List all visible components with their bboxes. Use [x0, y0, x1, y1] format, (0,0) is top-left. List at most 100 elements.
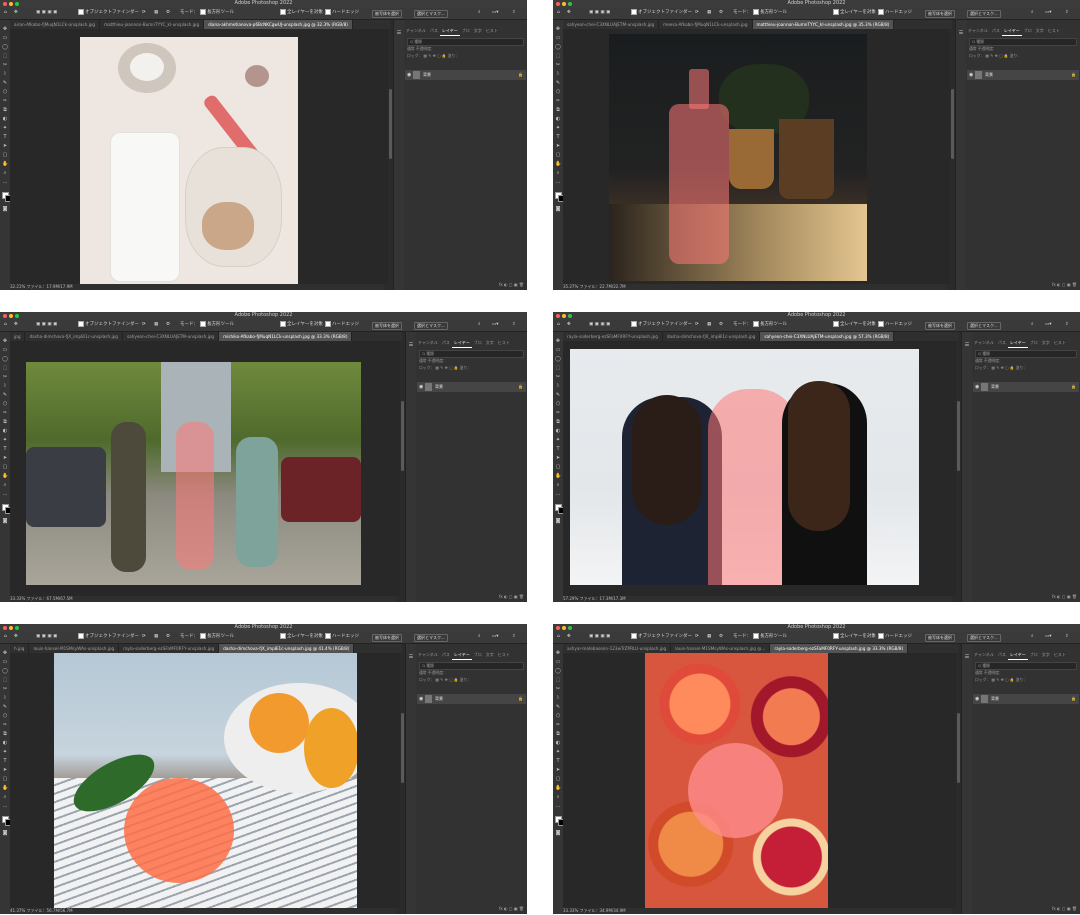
document-image[interactable] — [26, 362, 361, 585]
search-icon[interactable]: ⌕ — [478, 7, 481, 19]
mode-dropdown[interactable]: 長方形ツール — [200, 319, 234, 331]
share-icon[interactable]: ⇪ — [512, 319, 516, 331]
select-subject-button[interactable]: 被写体を選択 — [925, 322, 955, 330]
tool-icon[interactable]: ✎ — [555, 704, 561, 710]
all-layers-option[interactable]: 全レイヤーを対象 — [833, 631, 876, 643]
mode-dropdown[interactable]: 長方形ツール — [753, 7, 787, 19]
hard-edge-checkbox[interactable] — [325, 8, 331, 15]
tab-document[interactable]: ashyar-molebasenn-123wTrZPRLU-unsplash.j… — [563, 644, 672, 653]
mode-dropdown[interactable]: 長方形ツール — [753, 319, 787, 331]
zoom-button[interactable] — [568, 1, 572, 6]
tab-document[interactable]: matthieu-joannon-BumnTYYC_kl-unsplash.jp… — [100, 20, 205, 29]
tool-icon[interactable]: … — [555, 179, 561, 185]
tool-icon[interactable]: ⧉ — [555, 731, 561, 737]
tool-icon[interactable]: ➤ — [555, 767, 561, 773]
tool-icon[interactable]: ✥ — [555, 650, 561, 656]
document-image[interactable] — [645, 653, 828, 908]
select-subject-button[interactable]: 被写体を選択 — [925, 634, 955, 642]
tool-icon[interactable]: ⬚ — [2, 53, 8, 59]
minimize-button[interactable] — [562, 313, 566, 318]
grid-icon[interactable]: ▦ — [707, 319, 711, 331]
workspace-icon[interactable]: ▭▾ — [1045, 7, 1052, 19]
panel-tab[interactable]: ブロ — [472, 651, 484, 659]
layer-filter-search[interactable]: Q 種類 — [975, 662, 1077, 670]
tool-icon[interactable]: ▭ — [2, 347, 8, 353]
tool-icon[interactable]: T — [555, 758, 561, 764]
layer-filter-search[interactable]: Q 種類 — [419, 662, 524, 670]
eye-icon[interactable]: ◉ — [419, 382, 423, 392]
minimize-button[interactable] — [9, 1, 13, 6]
layer-row[interactable]: ◉ 背景 🔒 — [973, 694, 1079, 704]
lock-row[interactable]: ロック： ▦ ✎ ✥ ▢ 🔒 塗り： — [419, 365, 524, 371]
lock-row[interactable]: ロック： ▦ ✎ ✥ ▢ 🔒 塗り： — [407, 53, 524, 59]
refresh-icon[interactable]: ⟳ — [695, 319, 699, 331]
tool-icon[interactable]: ⬚ — [555, 53, 561, 59]
layer-row[interactable]: ◉ 背景 🔒 — [967, 70, 1079, 80]
grid-icon[interactable]: ▦ — [707, 7, 711, 19]
tab-document[interactable]: sahyeon-chei-C3XNLUAJETM-unsplash.jpg — [123, 332, 220, 341]
panel-tab[interactable]: ブロ — [1028, 339, 1040, 347]
scrollbar-thumb[interactable] — [401, 401, 404, 471]
tool-icon[interactable]: ✑ — [2, 98, 8, 104]
tab-active-document[interactable]: sahyeon-chei-C3XNLUAJETM-unsplash.jpg @ … — [760, 332, 895, 341]
tool-icon[interactable]: ✎ — [2, 704, 8, 710]
tool-icon[interactable]: ✋ — [2, 785, 8, 791]
mode-dropdown-box[interactable] — [753, 320, 759, 327]
all-layers-option[interactable]: 全レイヤーを対象 — [280, 319, 323, 331]
lock-icons[interactable]: ▦ ✎ ✥ ▢ 🔒 — [434, 365, 460, 370]
share-icon[interactable]: ⇪ — [1065, 631, 1069, 643]
lock-icon[interactable]: 🔒 — [1071, 694, 1076, 704]
refresh-icon[interactable]: ⟳ — [142, 7, 146, 19]
zoom-level[interactable]: 41.37% — [10, 908, 25, 913]
tool-icon[interactable]: ✋ — [555, 473, 561, 479]
mode-dropdown-box[interactable] — [200, 632, 206, 639]
tab-active-document[interactable]: rayla-soderberg-ezSFaMF0RFY-unsplash.jpg… — [770, 644, 909, 653]
blend-mode-row[interactable]: 通常 不透明度： — [975, 358, 1077, 364]
share-icon[interactable]: ⇪ — [1065, 319, 1069, 331]
lock-icon[interactable]: 🔒 — [1071, 70, 1076, 80]
tool-icon[interactable]: ⧉ — [555, 419, 561, 425]
grid-icon[interactable]: ▦ — [707, 631, 711, 643]
tool-icon[interactable]: ✋ — [555, 161, 561, 167]
layer-row[interactable]: ◉ 背景 🔒 — [417, 694, 526, 704]
object-finder-checkbox[interactable] — [78, 632, 84, 639]
tool-icon[interactable]: ⌕ — [555, 482, 561, 488]
tool-icon[interactable]: ✥ — [2, 338, 8, 344]
panel-footer-icons[interactable]: fx ◐ ▢ ▣ 🗑 — [416, 906, 527, 912]
home-icon[interactable]: ⌂ — [4, 319, 7, 331]
tool-icon[interactable]: ▭ — [555, 35, 561, 41]
close-button[interactable] — [556, 625, 560, 630]
tab-layers[interactable]: レイヤー — [451, 339, 472, 348]
workspace-icon[interactable]: ▭▾ — [492, 7, 499, 19]
tool-icon[interactable]: ✦ — [555, 125, 561, 131]
home-icon[interactable]: ⌂ — [557, 7, 560, 19]
properties-icon[interactable]: ☰ — [964, 654, 970, 660]
tool-icon[interactable]: ✑ — [2, 410, 8, 416]
object-finder-checkbox[interactable] — [631, 320, 637, 327]
tool-icon[interactable]: ▢ — [2, 776, 8, 782]
select-subject-button[interactable]: 被写体を選択 — [372, 322, 402, 330]
tool-icon[interactable]: ⌇ — [555, 695, 561, 701]
select-subject-button[interactable]: 被写体を選択 — [372, 634, 402, 642]
panel-tab[interactable]: 文字 — [1040, 339, 1052, 347]
layer-filter-search[interactable]: Q 種類 — [969, 38, 1077, 46]
tool-icon[interactable]: ✋ — [555, 785, 561, 791]
scrollbar-thumb[interactable] — [957, 713, 960, 783]
selection-mode-icons[interactable]: ▣ ▣ ▣ ▣ — [36, 7, 57, 19]
gear-icon[interactable]: ⚙ — [166, 631, 170, 643]
move-tool-icon[interactable]: ✥ — [14, 319, 18, 331]
search-icon[interactable]: ⌕ — [1031, 7, 1034, 19]
hard-edge-option[interactable]: ハードエッジ — [325, 319, 359, 331]
scrollbar-thumb[interactable] — [951, 89, 954, 159]
tab-layers[interactable]: レイヤー — [1007, 651, 1028, 660]
home-icon[interactable]: ⌂ — [557, 319, 560, 331]
panel-tab[interactable]: パス — [440, 339, 452, 347]
mode-dropdown[interactable]: 長方形ツール — [753, 631, 787, 643]
tool-icon[interactable]: ⬚ — [555, 677, 561, 683]
lock-icon[interactable]: 🔒 — [518, 382, 523, 392]
zoom-button[interactable] — [15, 625, 19, 630]
object-finder-checkbox[interactable] — [631, 632, 637, 639]
tool-icon[interactable]: ⧉ — [2, 731, 8, 737]
tool-icon[interactable]: ◐ — [2, 428, 8, 434]
tool-icon[interactable]: ✑ — [555, 410, 561, 416]
